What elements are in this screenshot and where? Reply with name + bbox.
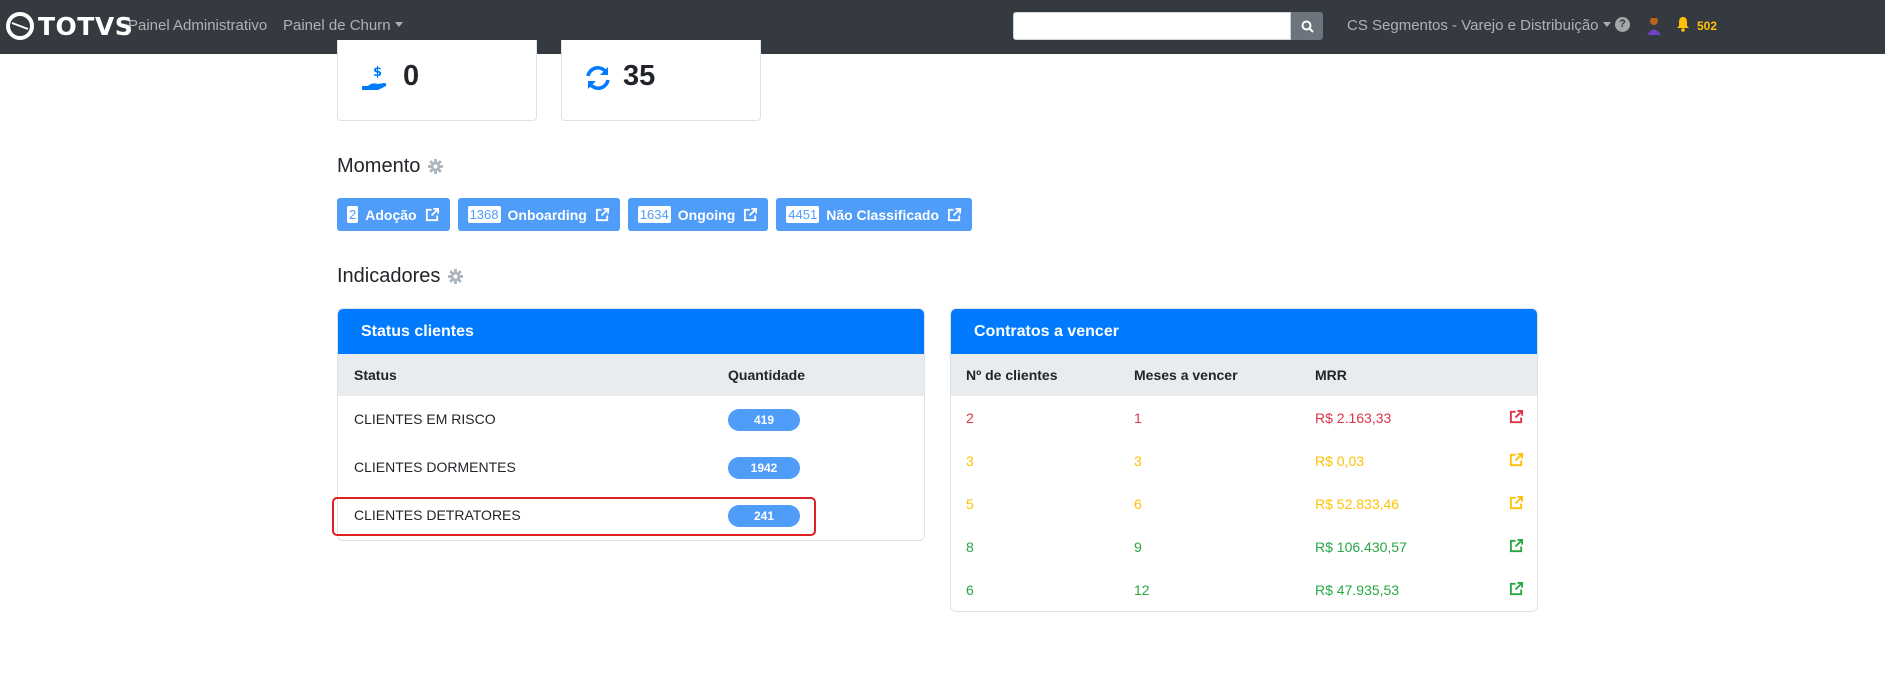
pill-nao-classificado[interactable]: 4451 Não Classificado — [776, 198, 973, 231]
panel-header: Contratos a vencer — [951, 309, 1537, 354]
meses-cell: 9 — [1134, 539, 1142, 555]
mrr-cell: R$ 106.430,57 — [1315, 539, 1407, 555]
brand-text: TOTVS — [38, 11, 134, 41]
column-header: Quantidade — [728, 367, 806, 383]
help-icon[interactable]: ? — [1615, 17, 1630, 32]
column-header: Nº de clientes — [966, 367, 1058, 383]
meses-cell: 12 — [1134, 582, 1150, 598]
momento-title: Momento — [337, 155, 444, 178]
pill-count: 1634 — [637, 206, 671, 223]
search-icon — [1301, 20, 1314, 33]
bell-icon[interactable] — [1676, 16, 1690, 32]
clientes-cell: 3 — [966, 453, 974, 469]
pill-ongoing[interactable]: 1634 Ongoing — [627, 198, 769, 231]
external-link-icon — [947, 207, 962, 222]
table-row[interactable]: 8 9 R$ 106.430,57 — [951, 525, 1537, 568]
search-button[interactable] — [1291, 12, 1323, 40]
search-input[interactable] — [1013, 12, 1291, 40]
hand-money-icon: $ — [362, 65, 387, 90]
pill-label: Ongoing — [677, 206, 736, 223]
mrr-cell: R$ 47.935,53 — [1315, 582, 1400, 598]
table-row[interactable]: CLIENTES DORMENTES 1942 — [338, 444, 924, 492]
indicadores-title: Indicadores — [337, 265, 464, 288]
pill-label: Não Classificado — [826, 206, 940, 223]
external-link-icon[interactable] — [1509, 495, 1524, 510]
table-row[interactable]: 6 12 R$ 47.935,53 — [951, 568, 1537, 611]
external-link-icon — [744, 207, 758, 222]
svg-text:$: $ — [373, 65, 382, 80]
segment-dropdown[interactable]: CS Segmentos - Varejo e Distribuição — [1347, 17, 1611, 34]
nav-dropdown-painel-churn[interactable]: Painel de Churn — [283, 17, 403, 34]
status-cell: CLIENTES EM RISCO — [354, 411, 496, 427]
totvs-logo-icon — [6, 12, 34, 40]
quantity-badge[interactable]: 419 — [728, 409, 800, 431]
pill-count: 2 — [347, 206, 359, 223]
meses-cell: 1 — [1134, 410, 1142, 426]
mrr-cell: R$ 52.833,46 — [1315, 496, 1400, 512]
pill-label: Adoção — [365, 206, 417, 223]
segment-label: CS Segmentos - Varejo e Distribuição — [1347, 17, 1599, 34]
notification-count[interactable]: 502 — [1697, 19, 1717, 33]
stat-value: 0 — [403, 60, 420, 92]
avatar[interactable] — [1645, 15, 1663, 35]
mrr-cell: R$ 0,03 — [1315, 453, 1365, 469]
column-header: Status — [354, 367, 397, 383]
table-header: Nº de clientes Meses a vencer MRR — [951, 354, 1537, 396]
table-header: Status Quantidade — [338, 354, 924, 396]
pill-adocao[interactable]: 2 Adoção — [337, 198, 450, 231]
stat-card: $ 0 — [337, 40, 537, 121]
table-row[interactable]: CLIENTES EM RISCO 419 — [338, 396, 924, 444]
external-link-icon[interactable] — [1509, 452, 1524, 467]
nav-link-painel-administrativo[interactable]: Painel Administrativo — [128, 17, 267, 34]
chevron-down-icon — [394, 21, 403, 27]
clientes-cell: 5 — [966, 496, 974, 512]
momento-title-text: Momento — [337, 155, 421, 177]
external-link-icon[interactable] — [1509, 538, 1524, 553]
brand-logo[interactable]: TOTVS — [6, 11, 133, 41]
panel-header: Status clientes — [338, 309, 924, 354]
highlight-box — [332, 497, 816, 536]
external-link-icon — [425, 207, 439, 222]
pill-onboarding[interactable]: 1368 Onboarding — [457, 198, 620, 231]
momento-pills: 2 Adoção 1368 Onboarding 1634 Ongoing 44… — [337, 198, 980, 231]
mrr-cell: R$ 2.163,33 — [1315, 410, 1392, 426]
status-cell: CLIENTES DORMENTES — [354, 459, 516, 475]
stat-card: 35 — [561, 40, 761, 121]
meses-cell: 3 — [1134, 453, 1142, 469]
table-row[interactable]: 2 1 R$ 2.163,33 — [951, 396, 1537, 439]
sync-icon — [586, 66, 610, 90]
gear-icon[interactable] — [428, 159, 444, 174]
external-link-icon — [595, 207, 609, 222]
nav-dropdown-label: Painel de Churn — [283, 17, 391, 34]
table-row[interactable]: 5 6 R$ 52.833,46 — [951, 482, 1537, 525]
table-row[interactable]: 3 3 R$ 0,03 — [951, 439, 1537, 482]
indicadores-title-text: Indicadores — [337, 265, 441, 287]
column-header: MRR — [1315, 367, 1347, 383]
clientes-cell: 2 — [966, 410, 974, 426]
column-header: Meses a vencer — [1134, 367, 1238, 383]
external-link-icon[interactable] — [1509, 581, 1524, 596]
chevron-down-icon — [1602, 21, 1611, 27]
pill-label: Onboarding — [507, 206, 587, 223]
quantity-badge[interactable]: 1942 — [728, 457, 800, 479]
pill-count: 1368 — [467, 206, 501, 223]
contratos-rows: 2 1 R$ 2.163,33 3 3 R$ 0,03 5 6 R$ 52.833,46 8 9 R$… — [951, 396, 1537, 611]
meses-cell: 6 — [1134, 496, 1142, 512]
top-navbar: TOTVS Painel Administrativo Painel de Ch… — [0, 0, 1885, 54]
stat-value: 35 — [623, 60, 656, 92]
external-link-icon[interactable] — [1509, 409, 1524, 424]
pill-count: 4451 — [786, 206, 820, 223]
clientes-cell: 6 — [966, 582, 974, 598]
gear-icon[interactable] — [448, 269, 464, 284]
contratos-panel: Contratos a vencer Nº de clientes Meses … — [950, 308, 1538, 612]
clientes-cell: 8 — [966, 539, 974, 555]
